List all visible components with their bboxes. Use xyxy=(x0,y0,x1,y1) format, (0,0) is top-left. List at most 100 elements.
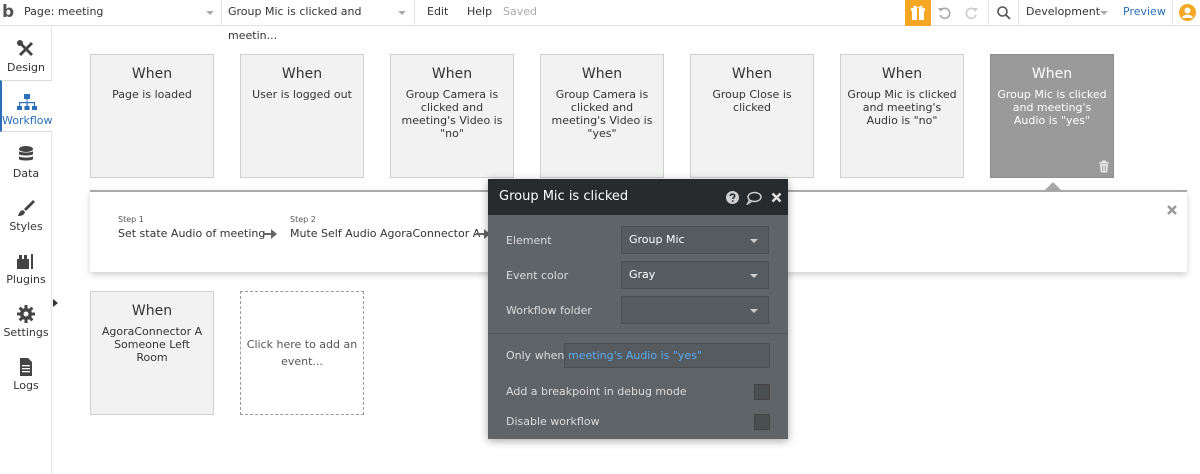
sidebar-item-label: Data xyxy=(12,167,40,180)
event-when-label: When xyxy=(881,66,923,82)
event-card-selected[interactable]: When Group Mic is clicked and meeting's … xyxy=(990,54,1114,178)
help-icon[interactable] xyxy=(726,191,739,204)
event-condition: Group Mic is clicked and meeting's Audio… xyxy=(847,88,957,127)
sidebar-item-plugins[interactable]: Plugins xyxy=(0,240,52,292)
property-editor: Group Mic is clicked Element Group Mic E… xyxy=(488,179,788,439)
chevron-down-icon xyxy=(750,274,758,278)
breakpoint-checkbox[interactable] xyxy=(754,384,770,400)
event-card[interactable]: When Page is loaded xyxy=(90,54,214,178)
event-when-label: When xyxy=(131,303,173,319)
event-condition: Group Mic is clicked and meeting's Audio… xyxy=(997,88,1107,127)
sidebar-collapse-arrow-icon[interactable] xyxy=(53,299,58,307)
event-when-label: When xyxy=(281,66,323,82)
sidebar-item-label: Styles xyxy=(9,220,43,233)
menu-help[interactable]: Help xyxy=(467,0,492,26)
sidebar-item-settings[interactable]: Settings xyxy=(0,293,52,345)
sidebar-item-design[interactable]: Design xyxy=(0,28,52,80)
step-number: Step 1 xyxy=(118,215,144,224)
sidebar: Design Workflow Data Styles Plugins Sett… xyxy=(0,26,53,474)
gift-icon xyxy=(911,5,925,20)
element-dropdown[interactable]: Group Mic xyxy=(621,226,769,254)
event-condition: Page is loaded xyxy=(112,88,192,101)
preview-link[interactable]: Preview xyxy=(1123,0,1166,26)
step-action[interactable]: Set state Audio of meeting xyxy=(118,227,265,240)
event-condition: Group Camera is clicked and meeting's Vi… xyxy=(551,88,653,140)
page-selector-label: Page: meeting xyxy=(24,5,104,18)
search-icon[interactable] xyxy=(996,5,1012,21)
event-condition: AgoraConnector A Someone Left Room xyxy=(101,325,203,364)
chevron-down-icon xyxy=(398,11,406,15)
property-editor-title: Group Mic is clicked xyxy=(499,189,629,204)
event-when-label: When xyxy=(131,66,173,82)
undo-icon[interactable] xyxy=(937,5,953,21)
only-when-expression[interactable]: meeting's Audio is "yes" xyxy=(564,343,770,368)
close-icon[interactable] xyxy=(771,192,782,203)
environment-label: Development xyxy=(1026,5,1101,18)
event-card[interactable]: When AgoraConnector A Someone Left Room xyxy=(90,291,214,415)
event-card[interactable]: When User is logged out xyxy=(240,54,364,178)
element-dropdown-value: Group Mic xyxy=(629,233,685,246)
disable-workflow-label: Disable workflow xyxy=(506,415,600,428)
gift-button[interactable] xyxy=(905,0,931,26)
comment-icon[interactable] xyxy=(746,191,762,205)
trash-icon[interactable] xyxy=(1098,160,1110,173)
plugin-icon xyxy=(17,254,33,269)
event-color-dropdown-value: Gray xyxy=(629,268,656,281)
sidebar-item-label: Settings xyxy=(3,326,49,339)
bubble-logo[interactable]: b xyxy=(2,0,14,26)
step-number: Step 2 xyxy=(290,215,316,224)
chevron-down-icon xyxy=(750,239,758,243)
workflow-folder-label: Workflow folder xyxy=(506,304,592,317)
only-when-expression-text: meeting's Audio is "yes" xyxy=(568,349,702,362)
design-tools-icon xyxy=(17,40,33,56)
brush-icon xyxy=(18,200,35,216)
chevron-down-icon xyxy=(750,309,758,313)
event-card[interactable]: When Group Close is clicked xyxy=(690,54,814,178)
event-selector-label: Group Mic is clicked and meetin... xyxy=(228,5,362,42)
event-selector[interactable]: Group Mic is clicked and meetin... xyxy=(228,0,412,42)
editor-divider xyxy=(488,333,788,334)
sidebar-item-label: Plugins xyxy=(6,273,46,286)
event-condition: Group Camera is clicked and meeting's Vi… xyxy=(401,88,503,140)
arrow-right-icon xyxy=(263,229,277,239)
event-when-label: When xyxy=(431,66,473,82)
element-label: Element xyxy=(506,234,552,247)
sidebar-item-logs[interactable]: Logs xyxy=(0,346,52,398)
document-icon xyxy=(20,358,32,376)
menu-edit[interactable]: Edit xyxy=(427,0,448,26)
sidebar-item-label: Workflow xyxy=(2,114,53,127)
property-editor-header[interactable]: Group Mic is clicked xyxy=(488,179,788,215)
chevron-down-icon xyxy=(206,11,214,15)
add-event-text: Click here to add an event... xyxy=(246,338,358,368)
top-bar: b Page: meeting Group Mic is clicked and… xyxy=(0,0,1200,42)
save-status: Saved xyxy=(503,5,537,18)
sidebar-item-workflow[interactable]: Workflow xyxy=(0,80,53,132)
database-icon xyxy=(19,146,33,161)
event-card[interactable]: When Group Mic is clicked and meeting's … xyxy=(840,54,964,178)
disable-workflow-checkbox[interactable] xyxy=(754,414,770,430)
event-condition: Group Close is clicked xyxy=(712,88,792,114)
account-button[interactable] xyxy=(1179,4,1196,21)
workflow-icon xyxy=(17,94,37,110)
sidebar-item-styles[interactable]: Styles xyxy=(0,187,52,239)
only-when-label: Only when xyxy=(506,349,565,362)
gear-icon xyxy=(17,305,35,323)
add-event-card[interactable]: Click here to add an event... xyxy=(240,291,364,415)
sidebar-item-label: Design xyxy=(7,61,45,74)
event-color-dropdown[interactable]: Gray xyxy=(621,261,769,289)
redo-icon[interactable] xyxy=(963,5,979,21)
event-color-label: Event color xyxy=(506,269,569,282)
page-selector[interactable]: Page: meeting xyxy=(24,0,220,26)
environment-selector[interactable]: Development xyxy=(1026,0,1112,26)
workflow-folder-dropdown[interactable] xyxy=(621,296,769,324)
event-when-label: When xyxy=(731,66,773,82)
breakpoint-label: Add a breakpoint in debug mode xyxy=(506,385,687,398)
sidebar-item-data[interactable]: Data xyxy=(0,134,52,186)
chevron-down-icon xyxy=(1100,11,1108,15)
sidebar-item-label: Logs xyxy=(13,379,39,392)
close-icon[interactable] xyxy=(1166,204,1178,216)
event-card[interactable]: When Group Camera is clicked and meeting… xyxy=(390,54,514,178)
event-card[interactable]: When Group Camera is clicked and meeting… xyxy=(540,54,664,178)
step-action[interactable]: Mute Self Audio AgoraConnector A xyxy=(290,227,480,240)
event-when-label: When xyxy=(1031,66,1073,82)
